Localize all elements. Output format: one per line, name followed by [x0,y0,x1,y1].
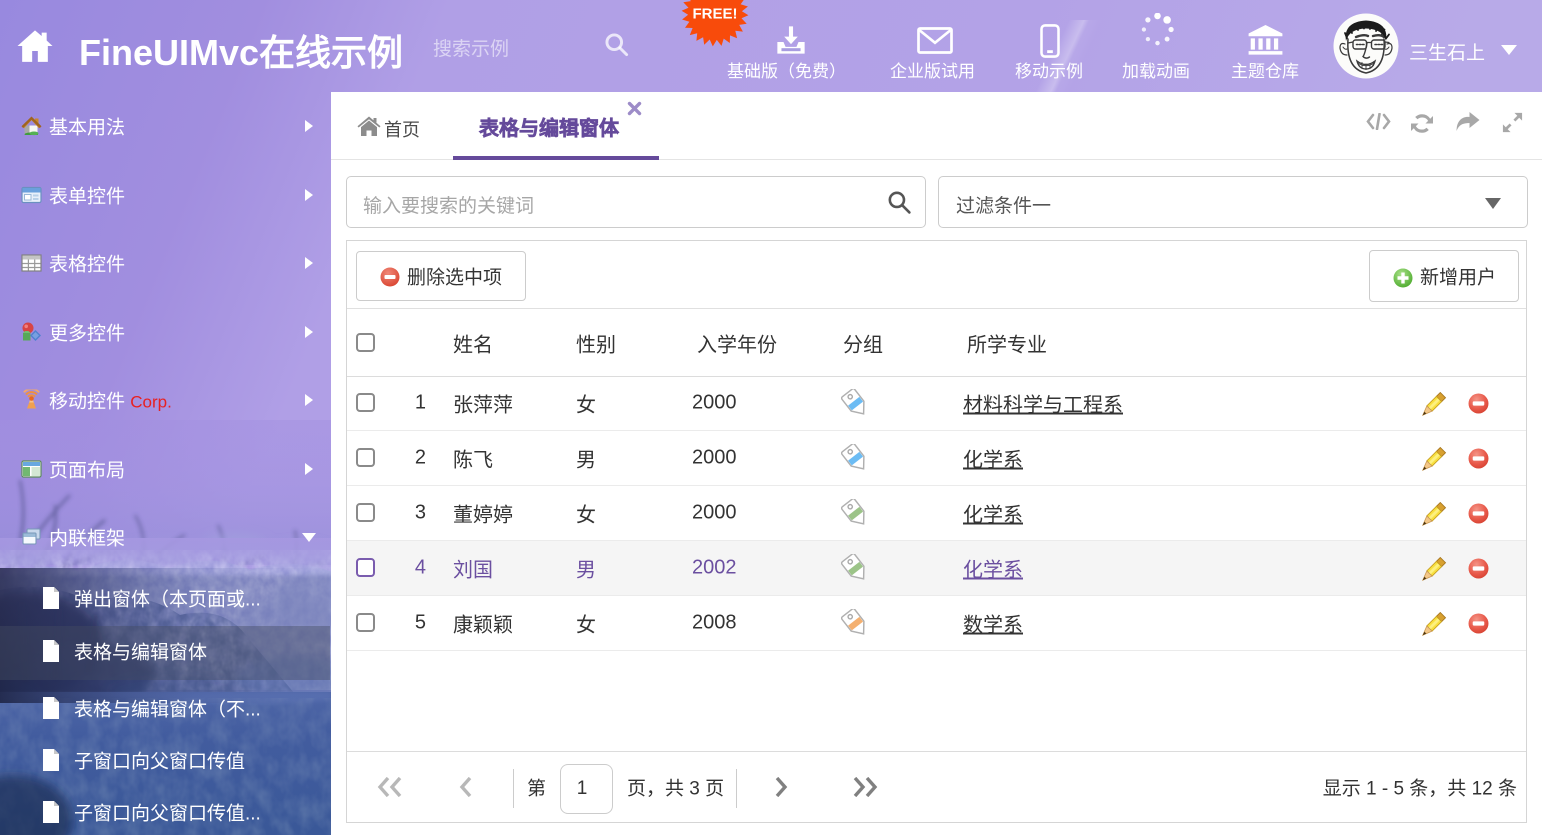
svg-text:FREE!: FREE! [693,6,738,23]
